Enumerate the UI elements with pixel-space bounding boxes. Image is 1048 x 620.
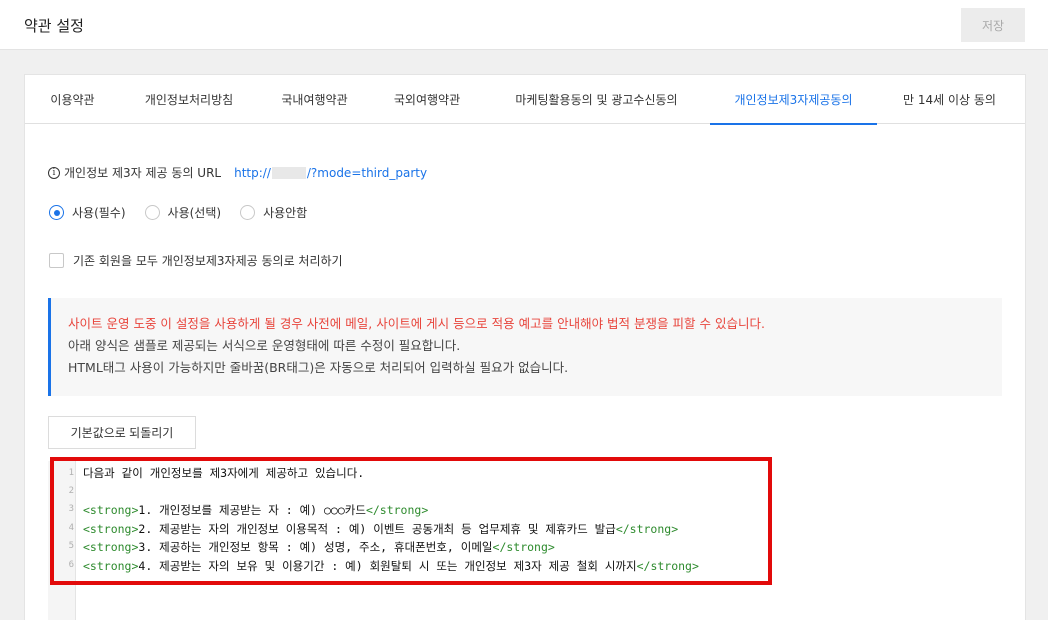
- tab-domestic-travel[interactable]: 국내여행약관: [258, 75, 371, 124]
- consent-url-row: i 개인정보 제3자 제공 동의 URL http:// /?mode=thir…: [48, 164, 427, 181]
- tab-overseas-travel[interactable]: 국외여행약관: [371, 75, 483, 124]
- radio-button[interactable]: [144, 205, 160, 220]
- info-icon: i: [48, 166, 60, 179]
- radio-option-required[interactable]: 사용(필수): [49, 204, 126, 221]
- radio-label: 사용(선택): [167, 206, 222, 220]
- radio-label: 사용(필수): [72, 206, 126, 220]
- consent-url-label: 개인정보 제3자 제공 동의 URL: [64, 166, 222, 180]
- tab-third-party-consent[interactable]: 개인정보제3자제공동의: [710, 75, 877, 125]
- consent-url-link[interactable]: http:// /?mode=third_party: [234, 166, 427, 180]
- usage-radio-group: 사용(필수) 사용(선택) 사용안함: [49, 204, 326, 221]
- tab-marketing-consent[interactable]: 마케팅활용동의 및 광고수신동의: [483, 75, 710, 124]
- top-bar: 약관 설정 저장: [0, 0, 1048, 50]
- radio-option-optional[interactable]: 사용(선택): [144, 204, 222, 221]
- apply-existing-members-checkbox[interactable]: [49, 253, 64, 268]
- url-redacted-domain: [271, 166, 306, 179]
- notice-warning: 사이트 운영 도중 이 설정을 사용하게 될 경우 사전에 메일, 사이트에 게…: [68, 316, 765, 331]
- apply-existing-members-row[interactable]: 기존 회원을 모두 개인정보제3자제공 동의로 처리하기: [49, 252, 343, 269]
- radio-button[interactable]: [240, 205, 256, 220]
- radio-button[interactable]: [49, 205, 64, 220]
- radio-option-disabled[interactable]: 사용안함: [240, 204, 307, 221]
- tab-terms-of-use[interactable]: 이용약관: [25, 75, 120, 124]
- highlight-box: [50, 457, 772, 585]
- url-suffix: /?mode=third_party: [306, 165, 428, 180]
- notice-box: 사이트 운영 도중 이 설정을 사용하게 될 경우 사전에 메일, 사이트에 게…: [48, 298, 1002, 396]
- checkbox-label: 기존 회원을 모두 개인정보제3자제공 동의로 처리하기: [73, 254, 343, 268]
- tab-bar: 이용약관 개인정보처리방침 국내여행약관 국외여행약관 마케팅활용동의 및 광고…: [25, 75, 1025, 125]
- page-title: 약관 설정: [24, 17, 84, 35]
- notice-line-3: HTML태그 사용이 가능하지만 줄바꿈(BR태그)은 자동으로 처리되어 입력…: [68, 360, 569, 375]
- radio-label: 사용안함: [263, 206, 308, 220]
- reset-default-button[interactable]: 기본값으로 되돌리기: [48, 416, 196, 449]
- tab-privacy-policy[interactable]: 개인정보처리방침: [120, 75, 258, 124]
- save-button[interactable]: 저장: [961, 8, 1025, 42]
- notice-line-2: 아래 양식은 샘플로 제공되는 서식으로 운영형태에 따른 수정이 필요합니다.: [68, 338, 461, 353]
- tab-age-14-consent[interactable]: 만 14세 이상 동의: [877, 75, 1022, 124]
- url-prefix: http://: [234, 165, 271, 180]
